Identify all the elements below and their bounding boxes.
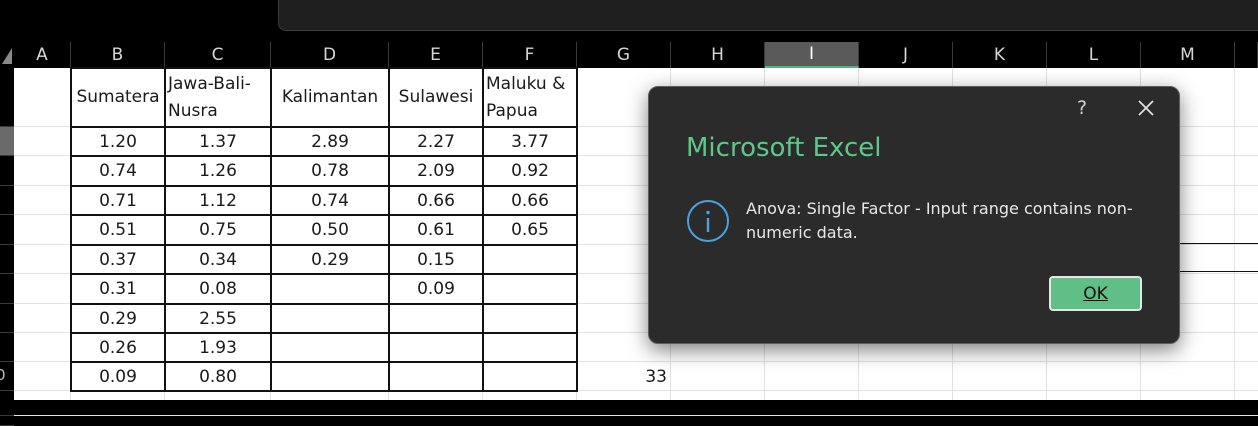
table-cell[interactable] [389, 304, 483, 333]
header-line-1: Jawa-Bali- [168, 73, 251, 94]
column-header-m[interactable]: M [1141, 42, 1235, 68]
column-header-j[interactable]: J [859, 42, 953, 68]
table-cell[interactable]: 0.78 [271, 156, 389, 186]
table-header-cell[interactable]: Jawa-Bali- Nusra [165, 68, 271, 127]
close-icon[interactable] [1131, 93, 1161, 123]
row-header-label: 0 [0, 366, 6, 384]
table-cell[interactable]: 0.09 [389, 274, 483, 304]
column-header-h[interactable]: H [671, 42, 765, 68]
help-button[interactable]: ? [1069, 95, 1095, 121]
column-header-g[interactable]: G [577, 42, 671, 68]
table-cell[interactable] [389, 333, 483, 362]
table-cell[interactable]: 0.08 [165, 274, 271, 304]
table-cell[interactable] [271, 304, 389, 333]
cell-g10[interactable]: 33 [577, 362, 671, 391]
table-cell[interactable]: 0.51 [71, 215, 165, 245]
table-cell[interactable] [483, 274, 577, 304]
table-cell[interactable] [271, 333, 389, 362]
table-cell[interactable]: 0.66 [389, 186, 483, 215]
table-cell[interactable]: 0.75 [165, 215, 271, 245]
row-header[interactable] [0, 391, 14, 416]
table-cell[interactable]: 0.29 [71, 304, 165, 333]
table-cell[interactable] [271, 274, 389, 304]
table-header-cell[interactable]: Sumatera [71, 68, 165, 127]
table-cell[interactable]: 0.37 [71, 245, 165, 274]
table-cell[interactable] [483, 245, 577, 274]
table-cell[interactable]: 0.66 [483, 186, 577, 215]
column-header-l[interactable]: L [1047, 42, 1141, 68]
header-line-1: Maluku & [486, 73, 566, 94]
column-header-f[interactable]: F [483, 42, 577, 68]
row-header[interactable] [0, 127, 14, 156]
table-header-cell[interactable]: Maluku & Papua [483, 68, 577, 127]
table-cell[interactable]: 0.26 [71, 333, 165, 362]
table-cell[interactable]: 0.71 [71, 186, 165, 215]
info-icon [686, 199, 730, 243]
table-cell[interactable]: 0.50 [271, 215, 389, 245]
row-header[interactable] [0, 333, 14, 362]
table-cell[interactable]: 1.20 [71, 127, 165, 156]
ok-button[interactable]: OK [1049, 276, 1142, 311]
dialog-title: Microsoft Excel [686, 133, 882, 163]
formula-bar[interactable] [278, 0, 1258, 31]
top-bar [0, 0, 1258, 42]
row-header[interactable] [0, 274, 14, 304]
table-cell[interactable]: 0.09 [71, 362, 165, 391]
table-cell[interactable]: 2.27 [389, 127, 483, 156]
table-cell[interactable]: 3.77 [483, 127, 577, 156]
column-header-n[interactable] [1235, 42, 1258, 68]
table-cell[interactable]: 0.65 [483, 215, 577, 245]
row-header[interactable] [0, 68, 14, 127]
table-header-cell[interactable]: Kalimantan [271, 68, 389, 127]
row-header[interactable] [0, 416, 14, 426]
column-header-e[interactable]: E [389, 42, 483, 68]
table-cell[interactable]: 0.34 [165, 245, 271, 274]
table-cell[interactable] [483, 333, 577, 362]
table-cell[interactable]: 0.74 [71, 156, 165, 186]
row-header[interactable] [0, 245, 14, 274]
table-cell[interactable]: 2.55 [165, 304, 271, 333]
table-cell[interactable]: 2.89 [271, 127, 389, 156]
table-cell[interactable]: 1.93 [165, 333, 271, 362]
row-header[interactable] [0, 186, 14, 215]
column-header-i[interactable]: I [765, 42, 859, 68]
select-all-corner[interactable] [0, 42, 14, 68]
table-cell[interactable] [271, 362, 389, 391]
table-cell[interactable]: 1.26 [165, 156, 271, 186]
table-cell[interactable] [483, 304, 577, 333]
excel-message-dialog: ? Microsoft Excel Anova: Single Factor -… [648, 86, 1180, 344]
table-cell[interactable] [483, 362, 577, 391]
header-line-1: Kalimantan [281, 87, 379, 107]
header-line-2: Papua [486, 100, 538, 121]
table-cell[interactable]: 2.09 [389, 156, 483, 186]
table-cell[interactable]: 0.80 [165, 362, 271, 391]
row-header[interactable]: 0 [0, 362, 14, 391]
column-header-a[interactable]: A [14, 42, 71, 68]
header-line-1: Sumatera [76, 87, 160, 107]
table-cell[interactable]: 0.92 [483, 156, 577, 186]
table-header-cell[interactable]: Sulawesi [389, 68, 483, 127]
table-cell[interactable]: 0.31 [71, 274, 165, 304]
column-header-d[interactable]: D [271, 42, 389, 68]
column-header-b[interactable]: B [71, 42, 165, 68]
column-header-k[interactable]: K [953, 42, 1047, 68]
table-cell[interactable]: 1.12 [165, 186, 271, 215]
table-cell[interactable]: 1.37 [165, 127, 271, 156]
table-cell[interactable]: 0.29 [271, 245, 389, 274]
header-line-2: Nusra [168, 100, 218, 121]
row-header[interactable] [0, 156, 14, 186]
table-cell[interactable]: 0.61 [389, 215, 483, 245]
row-header[interactable] [0, 215, 14, 245]
header-line-1: Sulawesi [398, 87, 474, 107]
dialog-message: Anova: Single Factor - Input range conta… [746, 199, 1133, 242]
column-header-c[interactable]: C [165, 42, 271, 68]
table-cell[interactable] [389, 362, 483, 391]
table-cell[interactable]: 0.74 [271, 186, 389, 215]
row-header[interactable] [0, 304, 14, 333]
table-cell[interactable]: 0.15 [389, 245, 483, 274]
